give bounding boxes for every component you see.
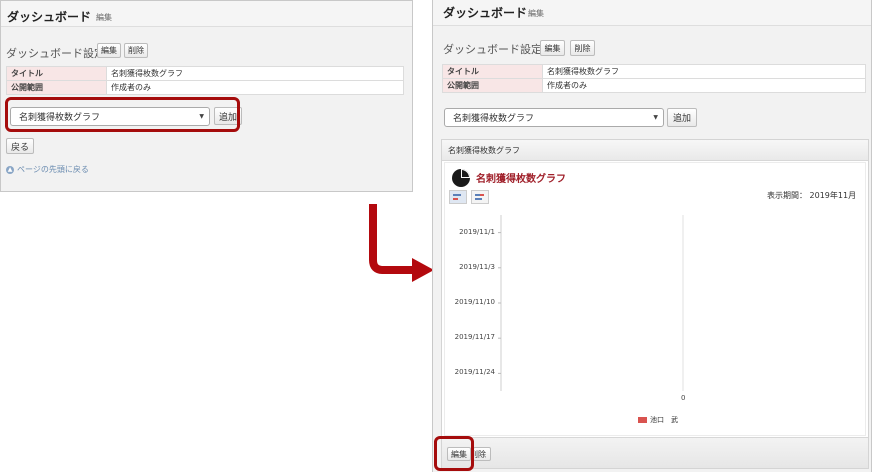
right-edit-button[interactable]: 編集 (540, 40, 565, 56)
widget-header: 名刺獲得枚数グラフ (442, 140, 868, 161)
right-delete-button[interactable]: 削除 (570, 40, 595, 56)
legend-swatch (638, 417, 647, 423)
left-settings-row-title: タイトル 名刺獲得枚数グラフ (6, 66, 404, 81)
right-title-value: 名刺獲得枚数グラフ (542, 64, 866, 79)
right-page-title: ダッシュボード (443, 6, 528, 20)
legend-label: 池口 武 (650, 416, 678, 424)
right-widget-select[interactable]: 名刺獲得枚数グラフ ▼ (444, 108, 664, 127)
chevron-down-icon: ▼ (653, 114, 658, 121)
chart-svg (498, 215, 684, 391)
left-delete-button[interactable]: 削除 (124, 43, 148, 58)
right-scope-value: 作成者のみ (542, 78, 866, 93)
left-settings-table: タイトル 名刺獲得枚数グラフ 公開範囲 作成者のみ (6, 66, 404, 95)
left-dashboard-panel: ダッシュボード 編集 ダッシュボード設定 編集 削除 タイトル 名刺獲得枚数グラ… (0, 0, 413, 192)
left-page-subtitle: 編集 (96, 13, 112, 22)
arrow-up-circle-icon: ▲ (6, 165, 14, 174)
left-select-highlight (5, 97, 240, 132)
left-scope-key: 公開範囲 (6, 80, 107, 95)
left-scope-value: 作成者のみ (106, 80, 404, 95)
chart-area: 名刺獲得枚数グラフ 表示期間： 2019年11月 2019/11/1 2019/1… (444, 162, 866, 436)
footer-delete-label: 削除 (474, 449, 486, 459)
left-settings-label: ダッシュボード設定 (6, 47, 105, 60)
chart-legend: 池口 武 (638, 415, 678, 425)
right-settings-row-title: タイトル 名刺獲得枚数グラフ (442, 64, 866, 79)
y-tick-label: 2019/11/1 (459, 227, 495, 236)
right-settings-label: ダッシュボード設定 (443, 43, 542, 56)
right-settings-table: タイトル 名刺獲得枚数グラフ 公開範囲 作成者のみ (442, 64, 866, 93)
footer-edit-highlight (434, 436, 474, 471)
left-title-key: タイトル (6, 66, 107, 81)
right-title-key: タイトル (442, 64, 543, 79)
right-header: ダッシュボード 編集 (433, 0, 871, 26)
left-header: ダッシュボード 編集 (1, 1, 412, 27)
right-scope-key: 公開範囲 (442, 78, 543, 93)
page-top-link-label: ページの先頭に戻る (17, 165, 89, 174)
arrow-down-right-icon (369, 204, 434, 282)
widget-header-title: 名刺獲得枚数グラフ (448, 146, 520, 155)
left-settings-row-scope: 公開範囲 作成者のみ (6, 80, 404, 95)
back-button[interactable]: 戻る (6, 138, 34, 154)
y-tick-label: 2019/11/3 (459, 262, 495, 271)
left-title-value: 名刺獲得枚数グラフ (106, 66, 404, 81)
right-page-subtitle: 編集 (528, 9, 544, 18)
y-tick-label: 2019/11/17 (454, 333, 495, 342)
y-tick-label: 2019/11/10 (454, 298, 495, 306)
right-settings-row-scope: 公開範囲 作成者のみ (442, 78, 866, 93)
left-edit-button[interactable]: 編集 (97, 43, 121, 58)
y-tick-label: 2019/11/24 (454, 368, 495, 377)
widget-footer: 編集 削除 (442, 437, 868, 468)
right-widget-select-value: 名刺獲得枚数グラフ (453, 114, 535, 124)
right-add-button[interactable]: 追加 (667, 108, 697, 127)
page-top-link[interactable]: ▲ ページの先頭に戻る (6, 164, 89, 175)
graph-widget: 名刺獲得枚数グラフ 名刺獲得枚数グラフ 表示期間： 2019年11月 2019/… (441, 139, 869, 469)
x-tick-label: 0 (681, 394, 686, 402)
footer-delete-button[interactable]: 削除 (473, 447, 491, 461)
left-page-title: ダッシュボード (7, 10, 92, 24)
